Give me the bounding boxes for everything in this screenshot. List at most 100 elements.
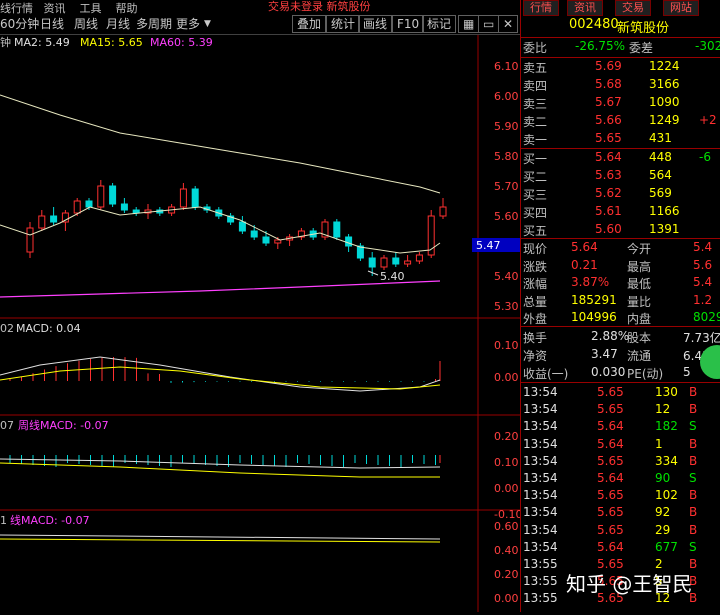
tick-price: 5.64	[597, 471, 624, 485]
quote-value-2: 5.6	[693, 257, 713, 272]
candle-body	[238, 221, 246, 232]
draw-line-button[interactable]: 画线	[358, 15, 393, 33]
sell-price: 5.67	[595, 95, 622, 109]
quote-value: 0.21	[571, 257, 598, 272]
sell-row: 卖四 5.68 3166	[521, 76, 720, 94]
candle-body	[368, 257, 376, 268]
candle-body	[85, 200, 93, 208]
macd2-tick-label: 0.20	[494, 430, 519, 443]
candle-body	[262, 236, 270, 244]
fund-label: 收益(一)	[523, 367, 569, 381]
tick-price: 5.64	[597, 419, 624, 434]
chart-area[interactable]: 钟 MA2: 5.49 MA15: 5.65 MA60: 5.39 02 MAC…	[0, 35, 522, 612]
tick-time: 13:54	[523, 471, 558, 485]
buy-row: 买二 5.63 564	[521, 167, 720, 185]
candle-body	[97, 185, 105, 208]
buy-price: 5.60	[595, 222, 622, 236]
tick-row: 13:54 5.65 12 B	[521, 401, 720, 419]
candle-body	[109, 185, 117, 205]
candles-group	[26, 180, 447, 276]
chevron-down-icon[interactable]: ▼	[204, 16, 211, 32]
quote-value-2: 8029	[693, 310, 720, 324]
close-icon[interactable]: ✕	[498, 15, 519, 33]
tick-row: 13:54 5.65 29 B	[521, 522, 720, 540]
candle-body	[191, 188, 199, 208]
buy-label: 买二	[523, 170, 548, 184]
main-chart-prefix: 钟	[0, 35, 11, 49]
quote-label: 外盘	[523, 312, 548, 326]
kline-chart-svg[interactable]: 钟 MA2: 5.49 MA15: 5.65 MA60: 5.39 02 MAC…	[0, 35, 522, 612]
weibi-value: -26.75%	[575, 39, 626, 53]
macd3-tick-label: 0.20	[494, 568, 519, 581]
sell-row: 卖二 5.66 1249 +2	[521, 112, 720, 130]
tick-time: 13:54	[523, 522, 558, 537]
overlay-button[interactable]: 叠加	[292, 15, 327, 33]
macd1-tick-label: 0.10	[494, 339, 519, 352]
right-tab-news[interactable]: 资讯	[567, 0, 603, 16]
macd1-tick-label: 0.00	[494, 371, 519, 384]
tick-volume: 677	[655, 539, 678, 554]
sell-price: 5.68	[595, 77, 622, 91]
tick-row: 13:54 5.65 130 B	[521, 384, 720, 402]
candle-body	[120, 203, 128, 211]
tick-row: 13:54 5.64 1 B	[521, 436, 720, 454]
sell-price: 5.65	[595, 131, 622, 145]
tab-daily[interactable]: 日线	[40, 16, 64, 32]
weicha-label: 委差	[629, 41, 654, 55]
tick-volume: 1	[655, 436, 663, 451]
fund-row: 净资3.47流通6.43亿	[521, 346, 720, 364]
quote-row: 涨跌 0.21 最高 5.6	[521, 257, 720, 275]
tick-volume: 182	[655, 419, 678, 434]
mark-button[interactable]: 标记	[422, 15, 457, 33]
right-tab-trade[interactable]: 交易	[615, 0, 651, 16]
sell-volume: 1090	[649, 95, 680, 109]
candle-body	[250, 230, 258, 238]
tab-60min[interactable]: 60分钟	[0, 16, 39, 32]
quote-label: 现价	[523, 242, 548, 256]
buy-price: 5.64	[595, 150, 622, 164]
sell-volume: 3166	[649, 77, 680, 91]
tick-volume: 102	[655, 488, 678, 503]
grid-icon[interactable]: ▦	[458, 15, 480, 33]
right-tab-site[interactable]: 网站	[663, 0, 699, 16]
tab-monthly[interactable]: 月线	[106, 16, 130, 32]
login-status: 交易未登录 新筑股份	[268, 0, 371, 13]
macd1-label: MACD: 0.04	[16, 322, 81, 335]
fund-value: 0.030	[591, 365, 626, 379]
right-tab-quotes[interactable]: 行情	[523, 0, 559, 16]
tick-time: 13:54	[523, 436, 558, 451]
tab-multi-period[interactable]: 多周期	[136, 16, 172, 32]
macd2-dea-line	[0, 462, 440, 478]
candle-body	[380, 257, 388, 268]
low-annotation: 5.40	[380, 270, 405, 283]
tick-time: 13:54	[523, 385, 558, 399]
quote-row: 总量 185291 量比 1.2	[521, 292, 720, 310]
f10-button[interactable]: F10	[392, 15, 425, 33]
restore-icon[interactable]: ▭	[478, 15, 500, 33]
tab-more[interactable]: 更多	[176, 16, 200, 32]
separator	[521, 326, 720, 327]
tick-price: 5.65	[597, 488, 624, 503]
ma15-label: MA15: 5.65	[80, 36, 143, 49]
tick-side: B	[689, 505, 698, 520]
fund-label-2: PE(动)	[627, 367, 664, 381]
buy-row: 买一 5.64 448 -6	[521, 149, 720, 167]
candle-body	[392, 257, 400, 265]
fund-row: 收益(一) 0.030 PE(动) 5	[521, 364, 720, 382]
quote-row: 涨幅 3.87% 最低 5.4	[521, 274, 720, 292]
buy-volume: 448	[649, 150, 672, 164]
tick-price: 5.65	[597, 385, 624, 399]
macd1-dea-line	[0, 366, 441, 390]
macd2-dif-line	[0, 458, 441, 469]
tab-weekly[interactable]: 周线	[74, 16, 98, 32]
macd2-prefix: 07	[0, 419, 14, 432]
statistics-button[interactable]: 统计	[326, 15, 361, 33]
buy-row: 买三 5.62 569	[521, 185, 720, 203]
sell-label: 卖五	[523, 61, 548, 75]
tick-side: B	[689, 488, 698, 503]
sell-label: 卖二	[523, 115, 548, 129]
stock-code: 002480	[569, 17, 619, 32]
quote-label-2: 今开	[627, 242, 652, 256]
tick-volume: 90	[655, 471, 671, 485]
low-annotation-arrow	[367, 270, 379, 276]
